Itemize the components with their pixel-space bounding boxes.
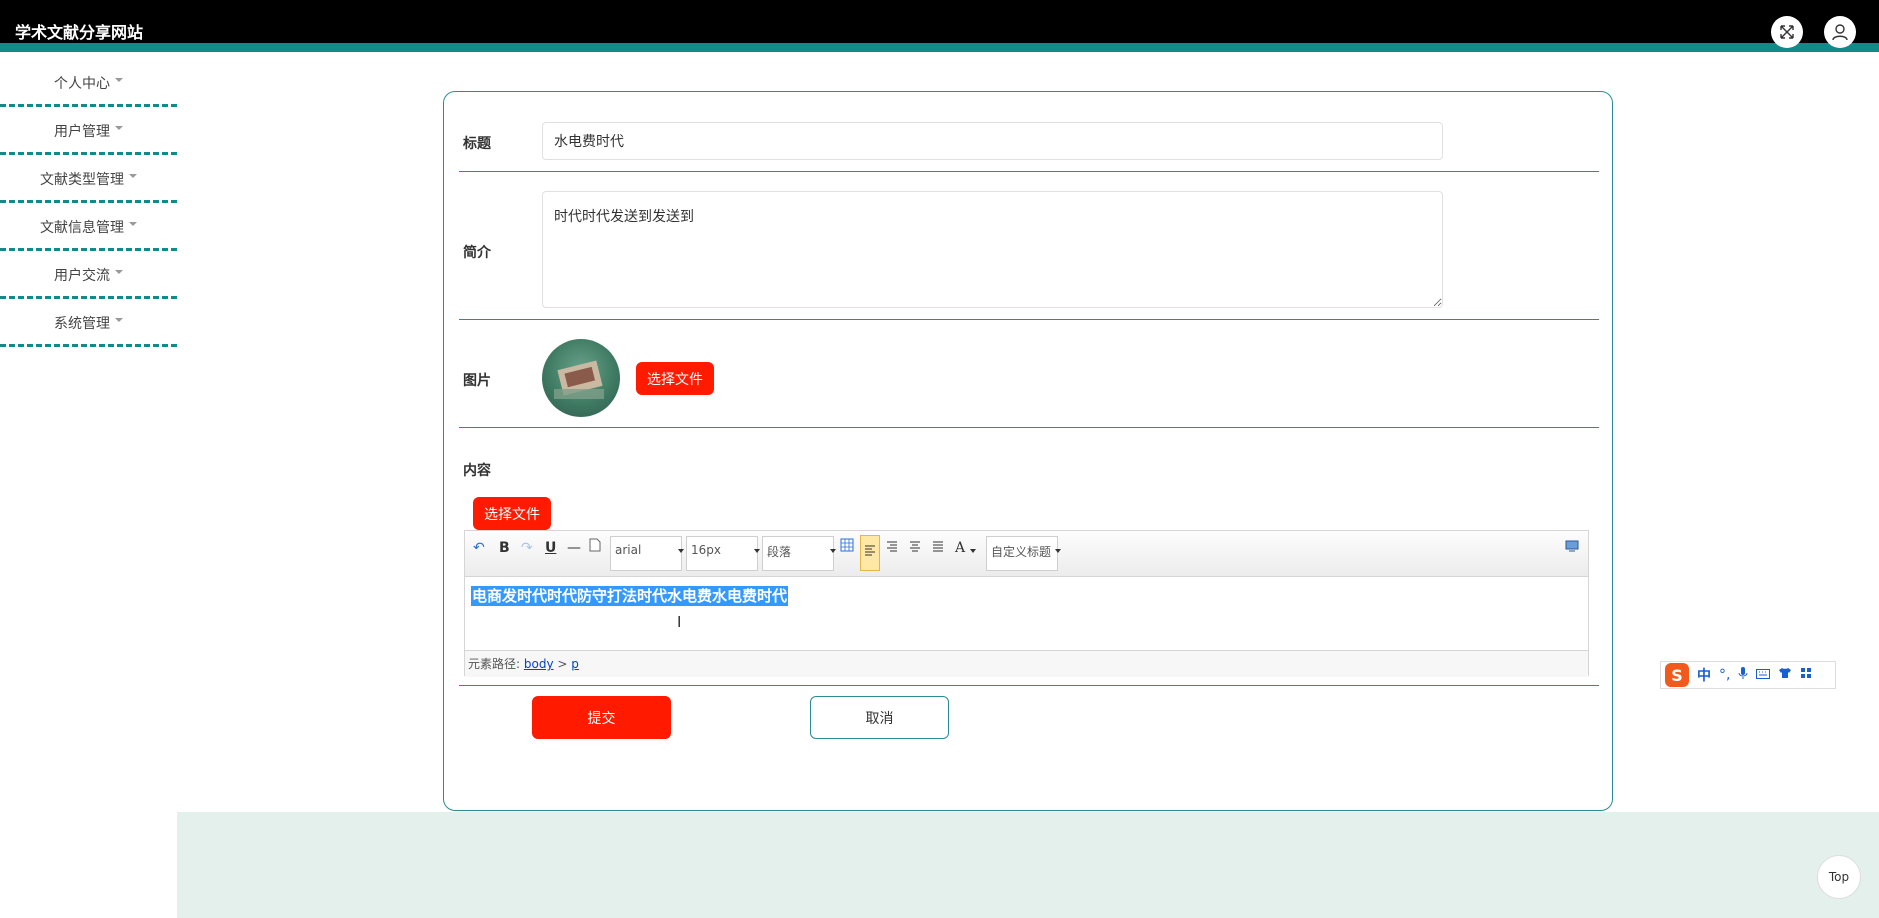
caret-down-icon	[115, 270, 123, 274]
caret-down-icon	[129, 174, 137, 178]
top-bar: 学术文献分享网站	[0, 0, 1879, 52]
ime-language-toggle[interactable]: 中	[1697, 665, 1711, 685]
editor-toolbar: ↶ B ↷ U — arial 16px 段落 A 自定义标题	[465, 531, 1588, 577]
undo-icon[interactable]: ↶	[473, 537, 485, 559]
dropdown-arrow-icon	[678, 549, 684, 553]
editor-content-area[interactable]: 电商发时代时代防守打法时代水电费水电费时代 I	[465, 577, 1588, 650]
title-label: 标题	[463, 136, 491, 152]
caret-down-icon	[129, 222, 137, 226]
cancel-button[interactable]: 取消	[810, 696, 949, 739]
content-label: 内容	[463, 463, 491, 479]
custom-title-select[interactable]: 自定义标题	[986, 536, 1058, 571]
rich-text-editor: ↶ B ↷ U — arial 16px 段落 A 自定义标题 电商发时代时代防…	[464, 530, 1589, 677]
row-divider	[459, 319, 1599, 320]
redo-icon[interactable]: ↷	[521, 537, 533, 559]
font-family-select[interactable]: arial	[610, 536, 682, 571]
caret-down-icon	[115, 78, 123, 82]
dropdown-arrow-icon	[970, 549, 976, 553]
sidebar-item-user-management[interactable]: 用户管理	[0, 110, 177, 155]
table-icon[interactable]	[840, 537, 854, 559]
dropdown-arrow-icon	[830, 549, 836, 553]
punctuation-icon[interactable]: °,	[1719, 667, 1730, 683]
caret-down-icon	[115, 318, 123, 322]
bold-button[interactable]: B	[499, 537, 510, 559]
image-label: 图片	[463, 373, 491, 389]
site-title: 学术文献分享网站	[15, 23, 144, 42]
path-body-link[interactable]: body	[524, 657, 554, 671]
selected-content-text: 电商发时代时代防守打法时代水电费水电费时代	[471, 586, 789, 606]
dropdown-arrow-icon	[754, 549, 760, 553]
element-path-bar: 元素路径: body > p	[465, 650, 1588, 677]
ime-toolbar: S 中 °,	[1660, 661, 1836, 689]
row-divider	[459, 171, 1599, 172]
intro-label: 简介	[463, 245, 491, 261]
image-choose-file-button[interactable]: 选择文件	[636, 362, 714, 395]
title-input[interactable]	[542, 122, 1443, 160]
page-icon[interactable]	[589, 537, 601, 559]
footer-band	[177, 812, 1879, 918]
row-divider	[459, 427, 1599, 428]
text-cursor-icon: I	[677, 613, 682, 631]
apps-grid-icon[interactable]	[1800, 667, 1812, 683]
path-p-link[interactable]: p	[571, 657, 579, 671]
align-right-icon[interactable]	[886, 537, 898, 559]
sidebar-item-user-exchange[interactable]: 用户交流	[0, 254, 177, 299]
font-size-select[interactable]: 16px	[686, 536, 758, 571]
keyboard-icon[interactable]	[1756, 667, 1771, 683]
horizontal-rule-icon[interactable]: —	[567, 537, 581, 559]
caret-down-icon	[115, 126, 123, 130]
image-thumbnail	[542, 339, 620, 417]
sogou-logo-icon: S	[1665, 663, 1689, 687]
font-color-button[interactable]: A	[955, 537, 965, 559]
skin-shirt-icon[interactable]	[1778, 667, 1792, 683]
dropdown-arrow-icon	[1055, 549, 1061, 553]
content-choose-file-button[interactable]: 选择文件	[473, 497, 551, 530]
sidebar-item-literature-info-management[interactable]: 文献信息管理	[0, 206, 177, 251]
sidebar-item-system-management[interactable]: 系统管理	[0, 302, 177, 347]
paragraph-select[interactable]: 段落	[762, 536, 834, 571]
submit-button[interactable]: 提交	[532, 696, 671, 739]
fullscreen-icon[interactable]	[1771, 16, 1803, 48]
scroll-top-button[interactable]: Top	[1817, 855, 1861, 899]
sidebar: 个人中心 用户管理 文献类型管理 文献信息管理 用户交流 系统管理	[0, 62, 177, 350]
align-justify-icon[interactable]	[932, 537, 944, 559]
align-left-button[interactable]	[860, 535, 880, 571]
row-divider	[459, 685, 1599, 686]
edit-form-card: 标题 简介 时代时代发送到发送到 图片 选择文件 内容 选择文件 ↶ B ↷ U…	[443, 91, 1613, 811]
intro-textarea[interactable]: 时代时代发送到发送到	[542, 191, 1443, 308]
sidebar-item-literature-type-management[interactable]: 文献类型管理	[0, 158, 177, 203]
align-center-icon[interactable]	[909, 537, 921, 559]
underline-button[interactable]: U	[545, 537, 556, 559]
microphone-icon[interactable]	[1738, 666, 1748, 684]
user-icon[interactable]	[1824, 16, 1856, 48]
preview-icon[interactable]	[1565, 537, 1579, 559]
sidebar-item-personal-center[interactable]: 个人中心	[0, 62, 177, 107]
